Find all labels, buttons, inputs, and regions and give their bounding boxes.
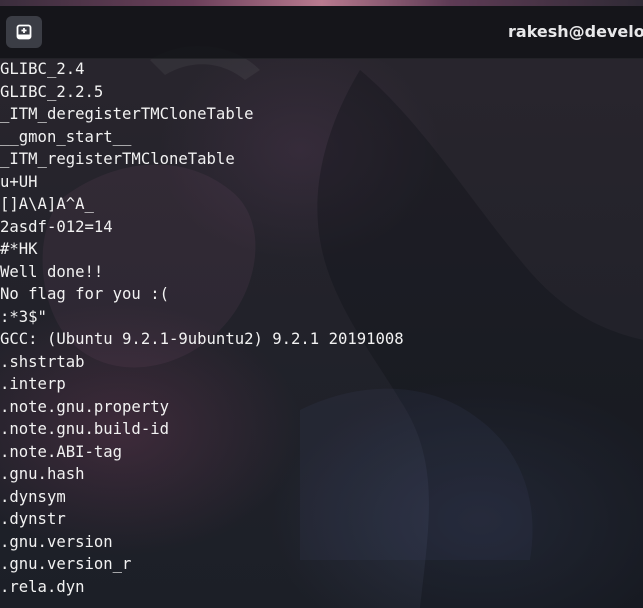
window-title: rakesh@develop [508,22,643,41]
terminal-line: _ITM_registerTMCloneTable [0,150,235,168]
terminal-line: .note.gnu.build-id [0,420,169,438]
title-bar: rakesh@develop [0,6,643,59]
terminal-line: .dynstr [0,510,66,528]
terminal-line: 2asdf-012=14 [0,217,113,236]
terminal-line: __gmon_start__ [0,127,132,146]
terminal-line: .gnu.version [0,532,113,551]
terminal-line: .rela.dyn [0,577,85,596]
terminal-output[interactable]: GLIBC_2.4 GLIBC_2.2.5 _ITM_deregisterTMC… [0,59,643,608]
terminal-line: u+UH [0,172,38,191]
new-tab-button[interactable] [6,16,42,48]
terminal-line: GCC: (Ubuntu 9.2.1-9ubuntu2) 9.2.1 20191… [0,330,404,348]
terminal-line: .gnu.hash [0,465,85,483]
terminal-line: []A\A]A^A_ [0,195,94,213]
terminal-line: _ITM_deregisterTMCloneTable [0,105,254,123]
terminal-line: .interp [0,375,66,393]
new-tab-icon [16,24,32,40]
terminal-line: :*3$" [0,307,47,326]
terminal-line: .note.ABI-tag [0,442,123,461]
terminal-line: .shstrtab [0,352,85,371]
terminal-line: #*HK [0,240,38,258]
terminal-line: GLIBC_2.4 [0,60,85,78]
terminal-window: rakesh@develop GLIBC_2.4 GLIBC_2.2.5 _IT… [0,0,643,608]
terminal-line: .note.gnu.property [0,397,169,416]
terminal-line: No flag for you :( [0,285,169,303]
terminal-line: .dynsym [0,487,66,506]
terminal-line: GLIBC_2.2.5 [0,82,104,101]
terminal-line: Well done!! [0,262,104,281]
terminal-line: .gnu.version_r [0,555,132,573]
